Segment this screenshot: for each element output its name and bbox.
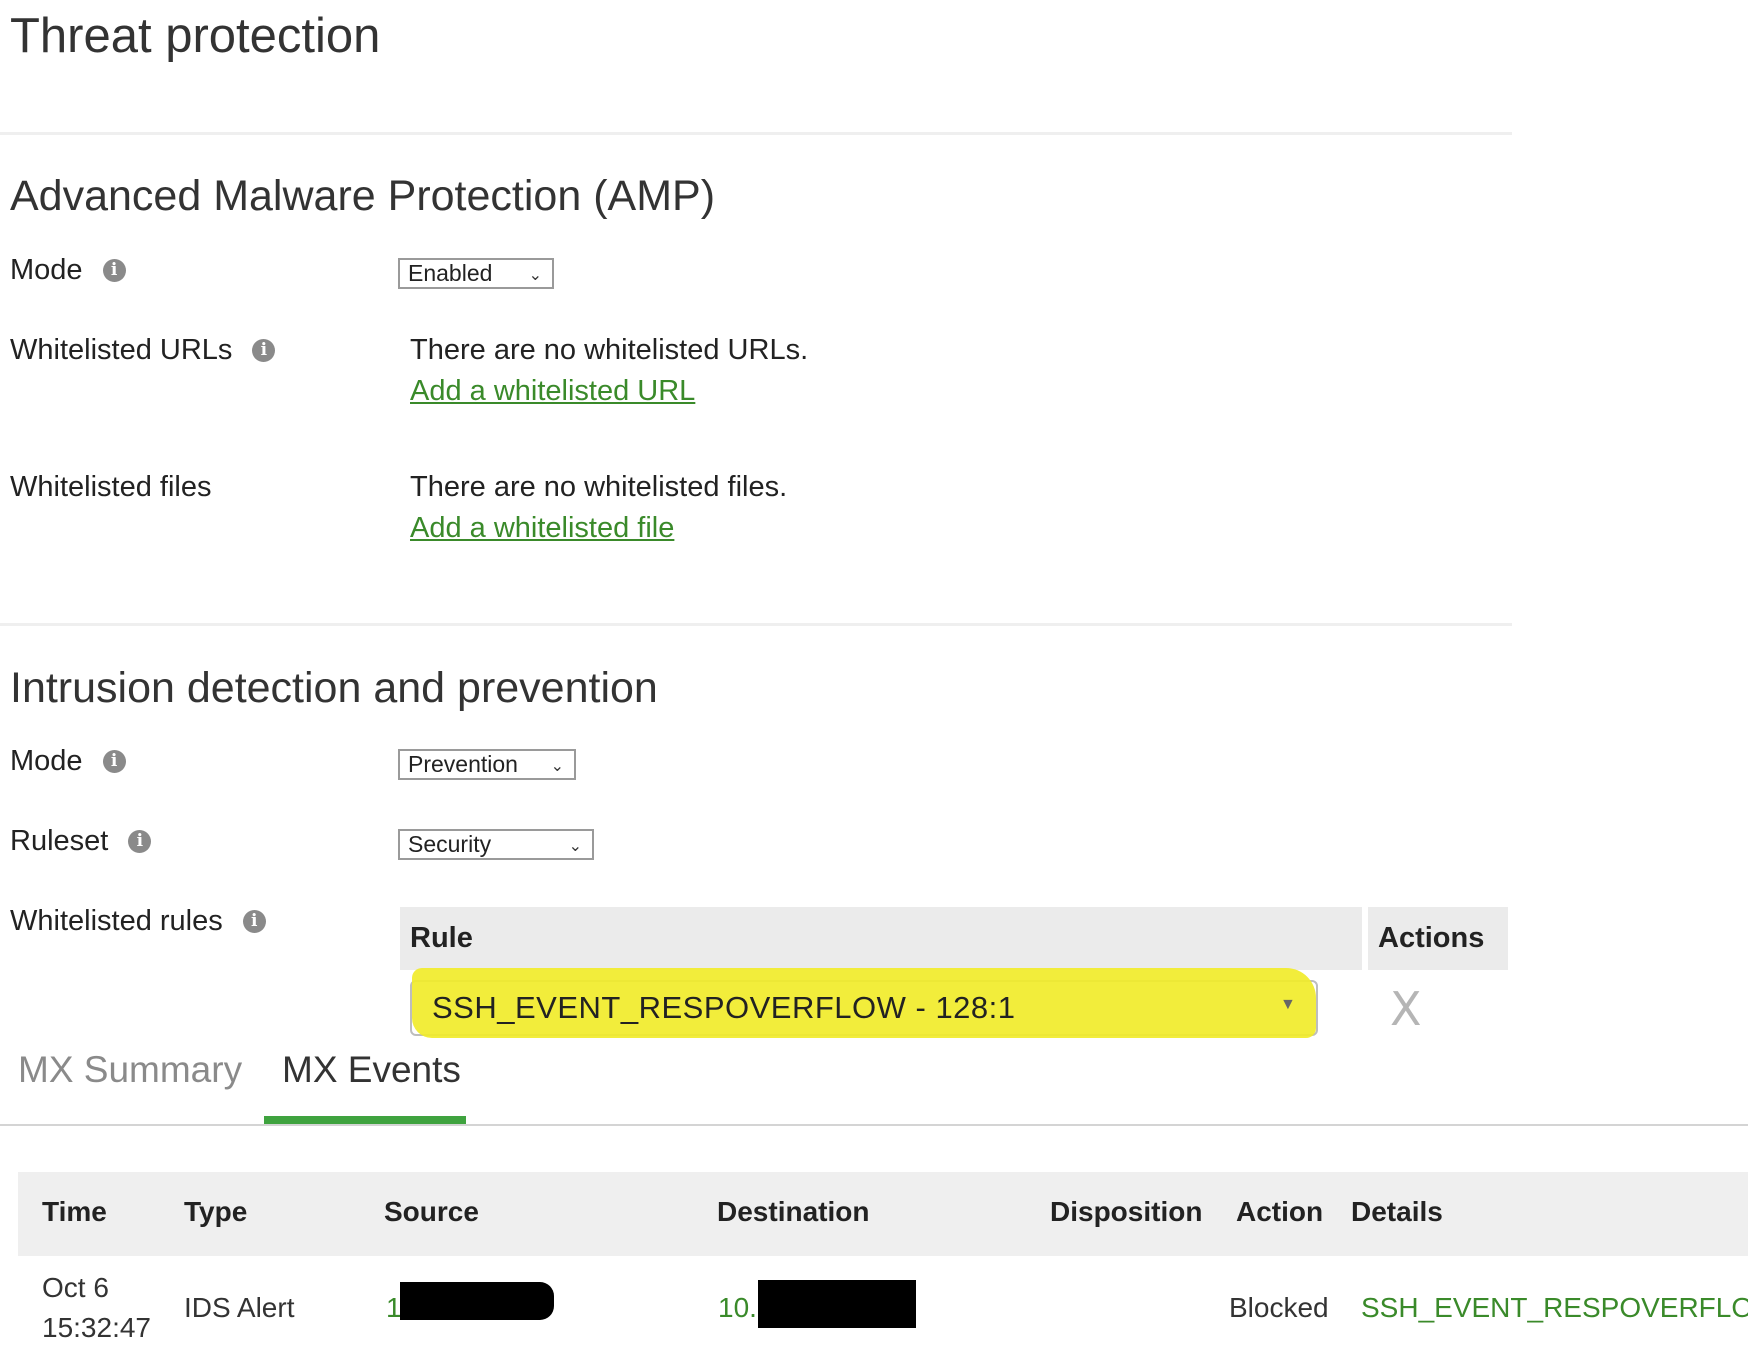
- tab-mx-events[interactable]: MX Events: [282, 1049, 461, 1091]
- info-icon[interactable]: i: [102, 750, 126, 773]
- divider: [0, 623, 1512, 626]
- event-destination-link[interactable]: 10.: [718, 1292, 757, 1324]
- tabs-divider: [0, 1124, 1748, 1126]
- events-table-header: [18, 1172, 1748, 1256]
- events-col-destination[interactable]: Destination: [717, 1196, 869, 1228]
- events-col-action[interactable]: Action: [1236, 1196, 1323, 1228]
- events-col-type[interactable]: Type: [184, 1196, 247, 1228]
- ids-ruleset-select[interactable]: Security ⌄: [398, 829, 594, 860]
- ids-ruleset-label-row: Ruleset i: [10, 825, 152, 858]
- ids-ruleset-value: Security: [408, 831, 492, 857]
- info-icon[interactable]: i: [102, 259, 126, 282]
- event-time-date: Oct 6: [42, 1272, 109, 1303]
- rules-col-actions-header: Actions: [1368, 907, 1508, 970]
- ids-mode-label-row: Mode i: [10, 745, 126, 778]
- chevron-down-icon: ⌄: [550, 758, 564, 775]
- tab-mx-summary[interactable]: MX Summary: [18, 1049, 242, 1091]
- rules-col-rule-header: Rule: [400, 907, 1362, 970]
- ids-ruleset-label: Ruleset: [10, 825, 109, 857]
- add-whitelisted-url-link[interactable]: Add a whitelisted URL: [410, 375, 695, 408]
- amp-urls-empty-text: There are no whitelisted URLs.: [410, 334, 809, 366]
- amp-mode-label-row: Mode i: [10, 254, 126, 287]
- ids-mode-select[interactable]: Prevention ⌄: [398, 749, 576, 780]
- amp-urls-label: Whitelisted URLs: [10, 334, 233, 366]
- ids-rules-label-row: Whitelisted rules i: [10, 905, 266, 938]
- redaction-bar: [400, 1282, 554, 1320]
- event-type: IDS Alert: [184, 1292, 295, 1323]
- ids-rules-label: Whitelisted rules: [10, 905, 223, 937]
- chevron-down-icon: ⌄: [528, 267, 542, 284]
- page-title: Threat protection: [10, 9, 381, 63]
- amp-files-label: Whitelisted files: [10, 471, 212, 503]
- info-icon[interactable]: i: [128, 830, 152, 853]
- event-action: Blocked: [1229, 1292, 1329, 1323]
- active-tab-indicator: [264, 1116, 466, 1124]
- info-icon[interactable]: i: [242, 910, 266, 933]
- amp-section-title: Advanced Malware Protection (AMP): [10, 172, 716, 220]
- amp-mode-value: Enabled: [408, 260, 493, 286]
- delete-rule-icon[interactable]: X: [1390, 982, 1422, 1036]
- rule-select-value: SSH_EVENT_RESPOVERFLOW - 128:1: [432, 990, 1016, 1025]
- event-time-clock: 15:32:47: [42, 1312, 151, 1343]
- amp-files-empty-text: There are no whitelisted files.: [410, 471, 788, 503]
- amp-mode-label: Mode: [10, 254, 83, 286]
- event-details-link[interactable]: SSH_EVENT_RESPOVERFLOW: [1361, 1292, 1748, 1324]
- amp-mode-select[interactable]: Enabled ⌄: [398, 258, 554, 289]
- amp-urls-label-row: Whitelisted URLs i: [10, 334, 276, 367]
- redaction-bar: [758, 1280, 916, 1328]
- events-col-details[interactable]: Details: [1351, 1196, 1443, 1228]
- chevron-down-icon: ⌄: [568, 838, 582, 855]
- events-col-disposition[interactable]: Disposition: [1050, 1196, 1202, 1228]
- ids-mode-label: Mode: [10, 745, 83, 777]
- events-col-source[interactable]: Source: [384, 1196, 479, 1228]
- divider: [0, 132, 1512, 135]
- ids-mode-value: Prevention: [408, 751, 518, 777]
- events-col-time[interactable]: Time: [42, 1196, 107, 1228]
- ids-section-title: Intrusion detection and prevention: [10, 664, 658, 712]
- caret-down-icon: ▼: [1280, 996, 1296, 1013]
- info-icon[interactable]: i: [252, 339, 276, 362]
- add-whitelisted-file-link[interactable]: Add a whitelisted file: [410, 512, 674, 545]
